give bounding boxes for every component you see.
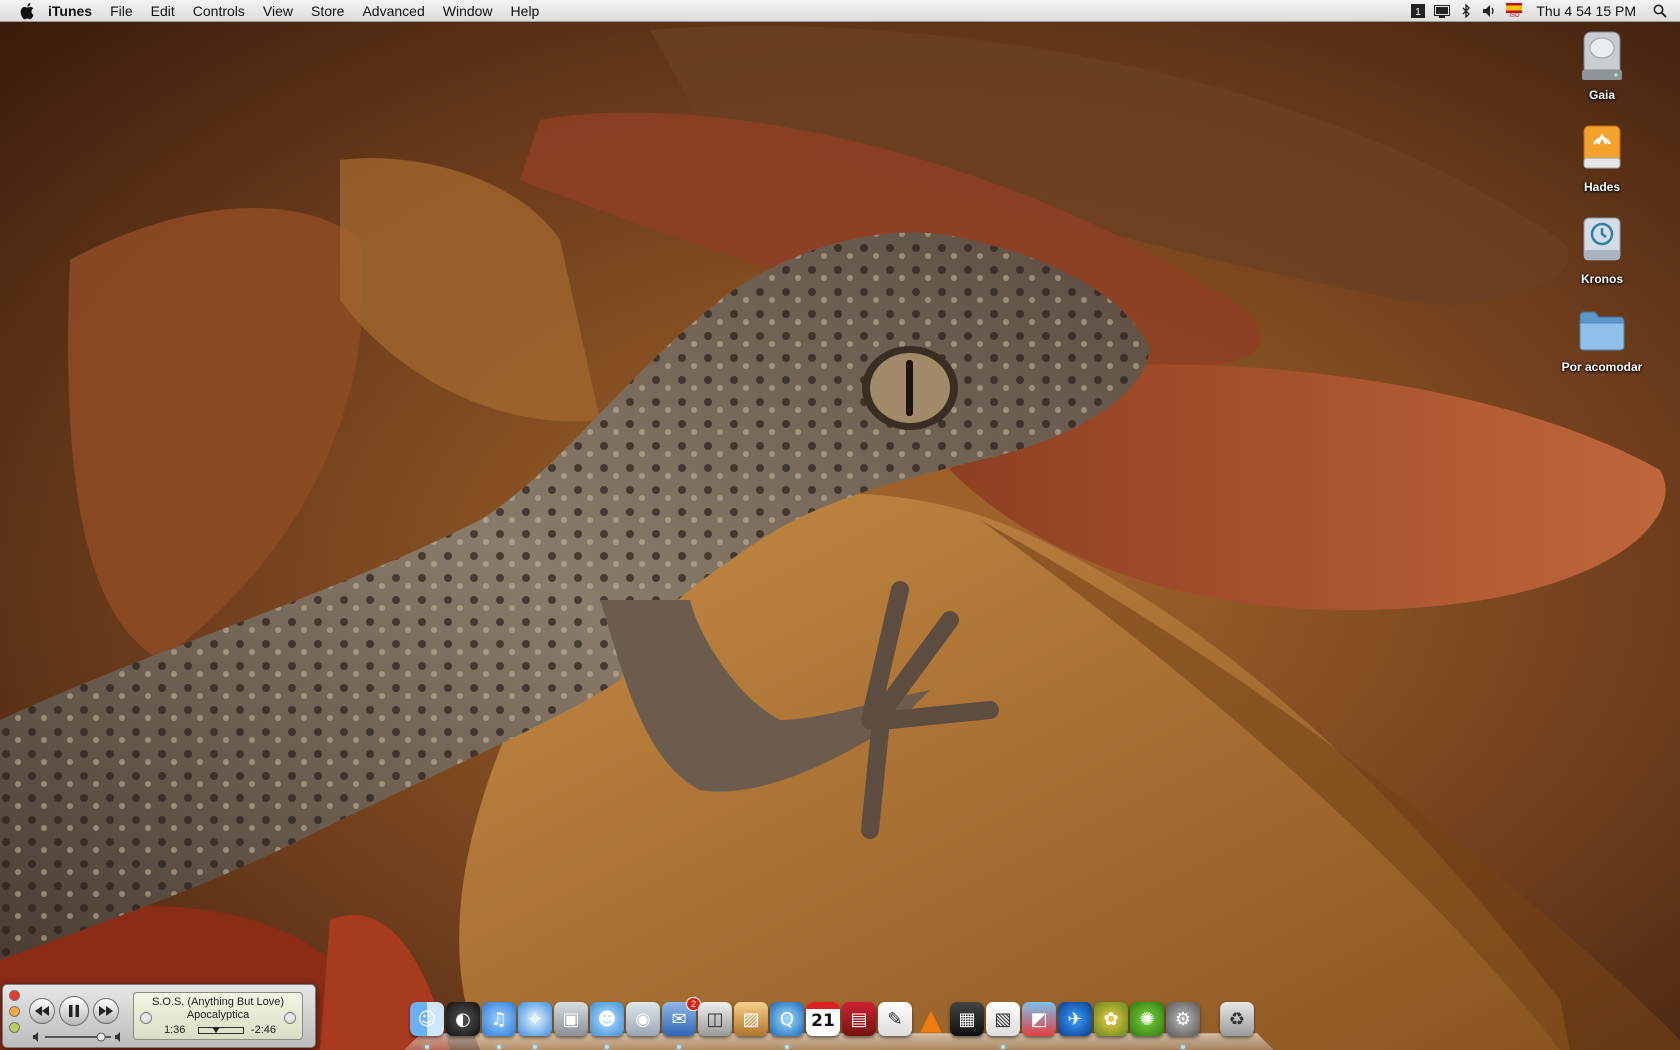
- firewire-drive-icon: [1583, 125, 1621, 169]
- folder-icon: [1579, 311, 1625, 351]
- iphoto-icon[interactable]: ▨: [734, 1002, 768, 1036]
- pause-icon: [69, 1005, 79, 1017]
- spotlight-search-icon[interactable]: [1648, 0, 1672, 22]
- menu-file[interactable]: File: [101, 0, 142, 22]
- desktop-icon-label: Por acomodar: [1561, 360, 1643, 374]
- minimize-button[interactable]: [9, 1006, 20, 1017]
- quicktime-icon[interactable]: Q: [770, 1002, 804, 1036]
- menu-bar: iTunes File Edit Controls View Store Adv…: [0, 0, 1680, 22]
- mail-icon[interactable]: ✉ 2: [662, 997, 701, 1036]
- clapper-icon[interactable]: ▦: [950, 1002, 984, 1036]
- hard-drive-icon: [1582, 31, 1622, 80]
- ichat-icon[interactable]: ☻: [590, 1002, 624, 1036]
- menu-help[interactable]: Help: [502, 0, 549, 22]
- remaining-time: -2:46: [250, 1024, 276, 1036]
- time-machine-drive-icon: [1583, 217, 1621, 261]
- running-indicator: [605, 1045, 609, 1049]
- rewind-icon: [35, 1006, 49, 1016]
- vlc-icon[interactable]: ▲: [914, 1002, 948, 1036]
- svg-text:1: 1: [1416, 7, 1422, 18]
- input-source-label: ISO: [1509, 13, 1520, 19]
- itunes-icon[interactable]: ♫: [482, 1002, 516, 1036]
- bluetooth-icon[interactable]: [1454, 0, 1478, 22]
- photo-booth-icon[interactable]: ▤: [842, 1002, 876, 1036]
- finder-icon[interactable]: ☺: [410, 1002, 444, 1036]
- screenshot-icon[interactable]: ◫: [698, 1002, 732, 1036]
- menu-clock[interactable]: Thu 4 54 15 PM: [1526, 3, 1648, 19]
- ical-icon[interactable]: 21: [806, 1002, 840, 1036]
- play-pause-button[interactable]: [59, 996, 89, 1026]
- zoom-button[interactable]: [9, 1022, 20, 1033]
- spaces-icon[interactable]: 1: [1406, 0, 1430, 22]
- running-indicator: [785, 1045, 789, 1049]
- volume-icon[interactable]: [1478, 0, 1502, 22]
- preview-icon[interactable]: ▧: [986, 1002, 1020, 1036]
- textedit-icon[interactable]: ✎: [878, 1002, 912, 1036]
- now-playing-display: S.O.S. (Anything But Love) Apocalyptica …: [133, 992, 303, 1040]
- ical-date-label: 21: [806, 1002, 840, 1033]
- running-indicator: [677, 1045, 681, 1049]
- menu-advanced[interactable]: Advanced: [353, 0, 433, 22]
- dock: ☺ ◐ ♫ ✧ ▣ ☻ ◉ ✉ 2 ◫ ▨ Q 21 ▤ ✎ ▲ ▦ ▧ ◩ ✈ ✿ ✺ ⚙ ♻: [404, 997, 1274, 1050]
- trash-icon[interactable]: ♻: [1220, 1002, 1254, 1036]
- display-icon[interactable]: [1430, 0, 1454, 22]
- menu-view[interactable]: View: [254, 0, 302, 22]
- close-button[interactable]: [9, 990, 20, 1001]
- menu-controls[interactable]: Controls: [184, 0, 254, 22]
- menu-app-name[interactable]: iTunes: [48, 0, 101, 22]
- desktop-icon-gaia[interactable]: Gaia: [1547, 30, 1657, 102]
- gear-app-icon[interactable]: ✺: [1130, 1002, 1164, 1036]
- running-indicator: [1181, 1045, 1185, 1049]
- artist-name: Apocalyptica: [186, 1009, 250, 1021]
- desktop-icon-por-acomodar[interactable]: Por acomodar: [1547, 306, 1657, 374]
- fast-forward-icon: [99, 1006, 113, 1016]
- running-indicator: [533, 1045, 537, 1049]
- desktop-picture-icon[interactable]: ◩: [1022, 1002, 1056, 1036]
- itunes-mini-player: S.O.S. (Anything But Love) Apocalyptica …: [2, 984, 316, 1048]
- system-preferences-icon[interactable]: ⚙: [1166, 1002, 1200, 1036]
- menu-store[interactable]: Store: [302, 0, 353, 22]
- previous-track-button[interactable]: [29, 998, 55, 1024]
- running-indicator: [497, 1045, 501, 1049]
- desktop-icon-label: Gaia: [1588, 88, 1615, 102]
- desktop-icon-label: Hades: [1583, 180, 1621, 194]
- elapsed-time: 1:36: [164, 1024, 186, 1036]
- volume-slider[interactable]: [33, 1032, 123, 1042]
- input-source-flag-icon[interactable]: ISO: [1502, 0, 1526, 22]
- desktop-icon-hades[interactable]: Hades: [1547, 122, 1657, 194]
- song-title: S.O.S. (Anything But Love): [151, 996, 285, 1008]
- dashboard-icon[interactable]: ◐: [446, 1002, 480, 1036]
- progress-knob[interactable]: [212, 1027, 221, 1033]
- next-track-button[interactable]: [93, 998, 119, 1024]
- progress-bar[interactable]: [198, 1027, 244, 1034]
- menu-edit[interactable]: Edit: [142, 0, 184, 22]
- desktop-icon-label: Kronos: [1581, 272, 1623, 286]
- apple-icon[interactable]: [20, 2, 36, 20]
- desktop-icon-kronos[interactable]: Kronos: [1547, 214, 1657, 286]
- running-indicator: [425, 1045, 429, 1049]
- desktop-wallpaper: [0, 0, 1680, 1050]
- running-indicator: [1001, 1045, 1005, 1049]
- safari-icon[interactable]: ✧: [518, 1002, 552, 1036]
- image-capture-icon[interactable]: ▣: [554, 1002, 588, 1036]
- bird-app-icon[interactable]: ✈: [1058, 1002, 1092, 1036]
- facetime-icon[interactable]: ◉: [626, 1002, 660, 1036]
- menu-window[interactable]: Window: [434, 0, 502, 22]
- pineapple-app-icon[interactable]: ✿: [1094, 1002, 1128, 1036]
